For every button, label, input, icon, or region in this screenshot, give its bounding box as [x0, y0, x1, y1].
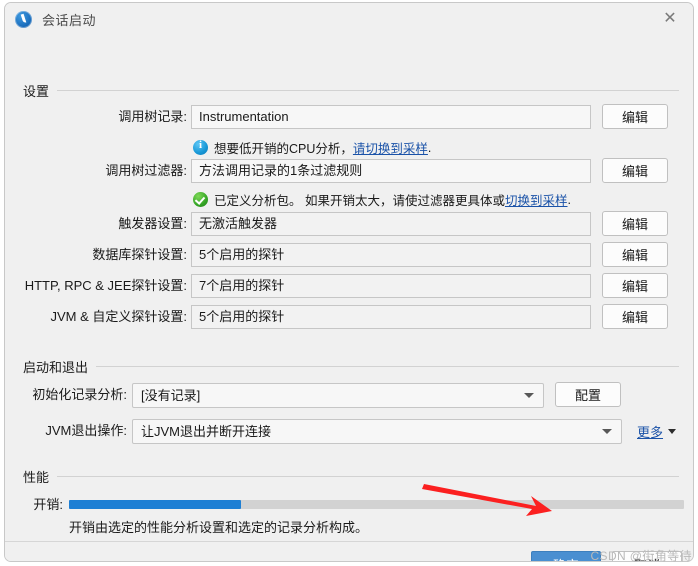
label-http-rpc-jee-probes: HTTP, RPC & JEE探针设置:	[24, 278, 187, 293]
edit-button-jvm-custom-probes[interactable]: 编辑	[602, 304, 668, 329]
settings-group-title: 设置	[23, 84, 50, 99]
overhead-note: 开销由选定的性能分析设置和选定的记录分析构成。	[69, 520, 369, 535]
overhead-progress-bar	[69, 500, 684, 509]
titlebar: 会话启动 ✕	[5, 3, 693, 35]
more-link-label: 更多	[637, 425, 664, 440]
hint-profiling-packages: 已定义分析包。 如果开销太大，请使过滤器更具体或 切换到采样 .	[193, 190, 571, 209]
row-database-probes: 数据库探针设置: 5个启用的探针 编辑	[5, 242, 693, 267]
row-trigger-settings: 触发器设置: 无激活触发器 编辑	[5, 211, 693, 236]
edit-button-database-probes[interactable]: 编辑	[602, 242, 668, 267]
performance-group-title: 性能	[23, 470, 50, 485]
chevron-down-icon	[668, 429, 677, 434]
combo-jvm-exit-action[interactable]: 让JVM退出并断开连接	[132, 419, 622, 444]
field-jvm-custom-probes[interactable]: 5个启用的探针	[191, 305, 591, 329]
hint-tail-1: .	[427, 140, 432, 155]
overhead-progress-fill	[69, 500, 242, 509]
group-divider	[57, 90, 679, 91]
label-overhead: 开销:	[33, 497, 63, 512]
close-icon[interactable]: ✕	[655, 7, 685, 31]
window-title: 会话启动	[42, 12, 97, 28]
settings-group-header: 设置	[23, 81, 679, 100]
info-icon	[193, 139, 208, 155]
chevron-down-icon	[602, 429, 612, 434]
hint-text-1: 想要低开销的CPU分析，	[214, 142, 353, 156]
row-call-tree-recording: 调用树记录: Instrumentation 编辑	[5, 104, 693, 129]
label-call-tree-filters: 调用树过滤器:	[105, 163, 187, 178]
startup-exit-group-header: 启动和退出	[23, 357, 679, 376]
dialog-content: 设置 调用树记录: Instrumentation 编辑 想要低开销的CPU分析…	[5, 35, 693, 561]
startup-exit-group-title: 启动和退出	[23, 360, 89, 375]
success-icon	[193, 192, 208, 207]
row-jvm-custom-probes: JVM & 自定义探针设置: 5个启用的探针 编辑	[5, 304, 693, 329]
hint-link-switch-to-sampling-1[interactable]: 请切换到采样	[353, 138, 428, 157]
field-trigger-settings[interactable]: 无激活触发器	[191, 212, 591, 236]
edit-button-http-rpc-jee-probes[interactable]: 编辑	[602, 273, 668, 298]
session-startup-dialog: 会话启动 ✕ 设置 调用树记录: Instrumentation 编辑 想要低开…	[4, 2, 694, 562]
field-call-tree-recording[interactable]: Instrumentation	[191, 105, 591, 129]
hint-link-switch-to-sampling-2[interactable]: 切换到采样	[505, 190, 568, 209]
label-call-tree-recording: 调用树记录:	[118, 109, 187, 124]
chevron-down-icon	[524, 393, 534, 398]
hint-text-2: 已定义分析包。 如果开销太大，请使过滤器更具体或	[214, 194, 505, 208]
footer-divider	[5, 541, 693, 542]
label-jvm-custom-probes: JVM & 自定义探针设置:	[50, 309, 187, 324]
label-database-probes: 数据库探针设置:	[92, 247, 187, 262]
combo-jvm-exit-value: 让JVM退出并断开连接	[141, 424, 272, 439]
watermark: CSDN @街角等待	[590, 549, 692, 563]
group-divider	[57, 476, 679, 477]
row-jvm-exit-action: JVM退出操作: 让JVM退出并断开连接 更多	[5, 419, 693, 444]
field-call-tree-filters[interactable]: 方法调用记录的1条过滤规则	[191, 159, 591, 183]
group-divider	[96, 366, 679, 367]
combo-initial-recording-value: [没有记录]	[141, 388, 201, 403]
row-overhead: 开销:	[5, 493, 693, 517]
configure-button[interactable]: 配置	[555, 382, 621, 407]
row-http-rpc-jee-probes: HTTP, RPC & JEE探针设置: 7个启用的探针 编辑	[5, 273, 693, 298]
edit-button-call-tree-filters[interactable]: 编辑	[602, 158, 668, 183]
label-jvm-exit-action: JVM退出操作:	[45, 423, 127, 438]
field-http-rpc-jee-probes[interactable]: 7个启用的探针	[191, 274, 591, 298]
row-call-tree-filters: 调用树过滤器: 方法调用记录的1条过滤规则 编辑	[5, 158, 693, 183]
edit-button-trigger-settings[interactable]: 编辑	[602, 211, 668, 236]
label-trigger-settings: 触发器设置:	[118, 216, 187, 231]
field-database-probes[interactable]: 5个启用的探针	[191, 243, 591, 267]
more-link[interactable]: 更多	[637, 422, 677, 441]
jprofiler-icon	[15, 10, 32, 28]
row-initial-recording-profile: 初始化记录分析: [没有记录] 配置	[5, 382, 693, 408]
hint-cpu-overhead: 想要低开销的CPU分析， 请切换到采样 .	[193, 138, 431, 157]
label-initial-recording-profile: 初始化记录分析:	[32, 387, 127, 402]
combo-initial-recording-profile[interactable]: [没有记录]	[132, 383, 544, 408]
edit-button-call-tree-recording[interactable]: 编辑	[602, 104, 668, 129]
performance-group-header: 性能	[23, 467, 679, 486]
hint-tail-2: .	[567, 192, 571, 207]
